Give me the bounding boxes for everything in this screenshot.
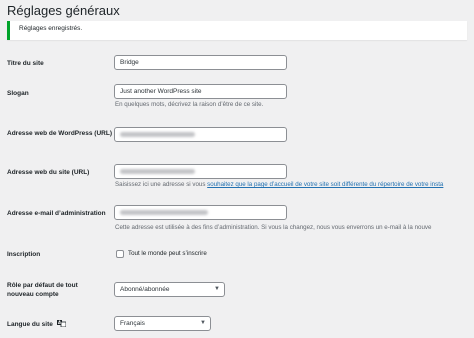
site-title-label: Titre du site xyxy=(7,60,44,67)
default-role-value: Abonné/abonnée xyxy=(120,286,170,293)
site-title-input[interactable]: Bridge xyxy=(114,55,287,70)
membership-checkbox[interactable] xyxy=(116,250,124,258)
tagline-label: Slogan xyxy=(7,90,29,97)
tagline-input[interactable]: Just another WordPress site xyxy=(114,84,287,99)
page-title: Réglages généraux xyxy=(7,3,120,18)
wp-address-input[interactable] xyxy=(114,127,287,142)
membership-label: Inscription xyxy=(7,251,41,258)
chevron-down-icon: ▼ xyxy=(214,286,220,292)
notice-text: Réglages enregistrés. xyxy=(19,25,83,32)
site-address-description-text: Saisissez ici une adresse si vous xyxy=(115,181,208,188)
membership-checkbox-label[interactable]: Tout le monde peut s’inscrire xyxy=(128,250,207,257)
chevron-down-icon: ▼ xyxy=(200,320,206,326)
site-address-help-link[interactable]: souhaitez que la page d’accueil de votre… xyxy=(207,181,443,188)
blurred-email xyxy=(120,210,208,215)
admin-email-label: Adresse e-mail d’administration xyxy=(7,210,106,217)
site-language-value: Français xyxy=(120,320,145,327)
success-notice: Réglages enregistrés. xyxy=(7,21,467,40)
admin-email-description: Cette adresse est utilisée à des fins d’… xyxy=(115,224,432,231)
admin-email-input[interactable] xyxy=(114,205,287,220)
tagline-description: En quelques mots, décrivez la raison d’ê… xyxy=(115,101,264,108)
site-address-input[interactable] xyxy=(114,164,287,179)
blurred-url xyxy=(120,169,195,174)
default-role-select[interactable]: Abonné/abonnée ▼ xyxy=(114,282,225,297)
default-role-label: Rôle par défaut de tout nouveau compte xyxy=(7,282,78,298)
site-language-select[interactable]: Français ▼ xyxy=(114,316,211,331)
wp-address-label: Adresse web de WordPress (URL) xyxy=(7,130,112,137)
translation-icon: A xyxy=(56,320,66,327)
site-language-label-text: Langue du site xyxy=(7,321,53,328)
site-address-description: Saisissez ici une adresse si vous souhai… xyxy=(115,181,443,188)
site-language-label: Langue du site A xyxy=(7,320,112,329)
site-address-label: Adresse web du site (URL) xyxy=(7,169,90,176)
blurred-url xyxy=(120,132,195,137)
